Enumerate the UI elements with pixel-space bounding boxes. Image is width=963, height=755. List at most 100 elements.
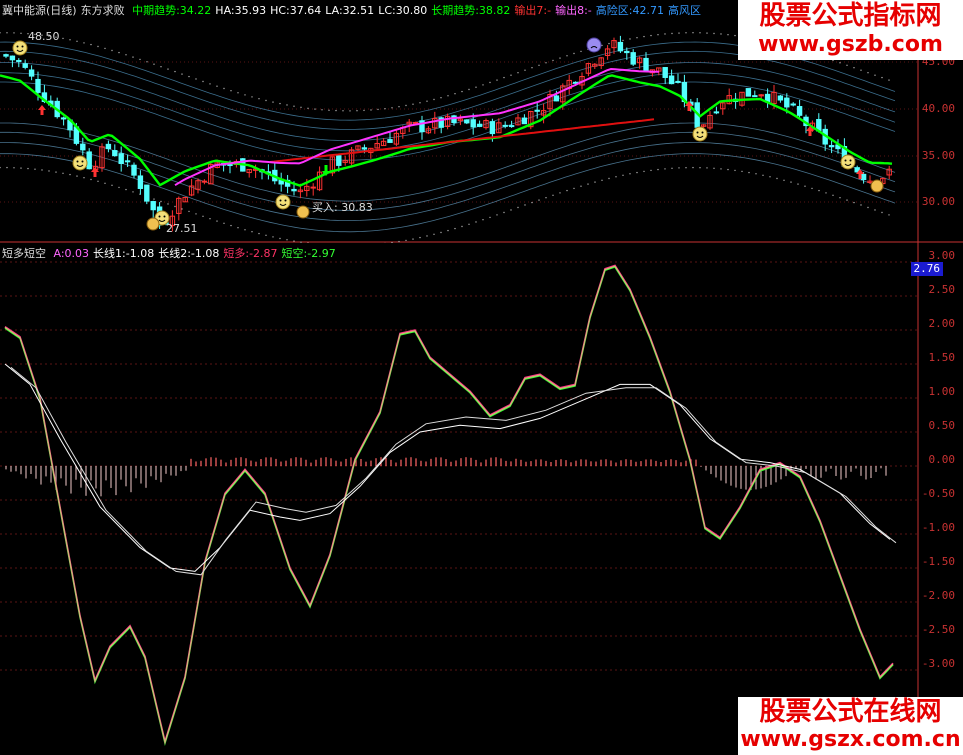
- price-chart-header: 冀中能源(日线) 东方求败 中期趋势:34.22 HA:35.93 HC:37.64 L…: [2, 2, 705, 18]
- channel-dot: [335, 109, 337, 112]
- osc-y-tick: 0.00: [928, 453, 956, 466]
- channel-dot: [356, 110, 358, 112]
- channel-dot: [97, 180, 99, 182]
- channel-dot: [888, 79, 890, 81]
- channel-dot: [510, 74, 512, 76]
- channel-dot: [510, 209, 512, 211]
- price-candle: [22, 63, 28, 68]
- watermark-top-title: 股票公式指标网: [759, 1, 942, 31]
- channel-dot: [524, 69, 526, 71]
- channel-dot: [398, 106, 400, 108]
- channel-dot: [202, 215, 204, 217]
- channel-dot: [692, 166, 694, 169]
- channel-dot: [671, 167, 673, 169]
- channel-dot: [741, 170, 743, 173]
- price-candle: [796, 106, 803, 116]
- channel-dot: [132, 56, 134, 58]
- channel-dot: [468, 88, 470, 91]
- price-candle: [521, 117, 528, 125]
- channel-dot: [27, 167, 29, 170]
- channel-dot: [167, 68, 169, 70]
- channel-dot: [482, 219, 484, 221]
- channel-dot: [531, 201, 533, 204]
- channel-dot: [475, 221, 477, 223]
- channel-dot: [650, 169, 652, 172]
- channel-dot: [727, 168, 729, 171]
- channel-dot: [776, 177, 778, 180]
- channel-dot: [594, 181, 596, 183]
- channel-dot: [69, 39, 71, 41]
- channel-dot: [671, 32, 673, 35]
- oscillator-canvas[interactable]: [0, 243, 963, 755]
- channel-dot: [867, 206, 869, 209]
- channel-dot: [769, 176, 771, 178]
- channel-dot: [111, 184, 113, 186]
- channel-dot: [783, 179, 785, 181]
- channel-dot: [146, 61, 148, 63]
- channel-dot: [601, 179, 603, 181]
- channel-dot: [188, 210, 190, 213]
- channel-dot: [195, 78, 197, 80]
- channel-dot: [6, 166, 8, 169]
- price-header-item-2: HC:37.64: [270, 4, 322, 17]
- price-header-item-1: HA:35.93: [215, 4, 267, 17]
- channel-dot: [454, 93, 456, 95]
- channel-dot: [412, 238, 414, 240]
- price-chart-panel[interactable]: 冀中能源(日线) 东方求败 中期趋势:34.22 HA:35.93 HC:37.64 L…: [0, 0, 963, 243]
- channel-dot: [888, 214, 890, 216]
- channel-dot: [377, 108, 379, 111]
- price-candle: [752, 95, 758, 98]
- osc-header-item-1: 长线1:-1.08: [93, 247, 155, 260]
- channel-dot: [853, 67, 855, 69]
- channel-dot: [860, 204, 862, 206]
- channel-dot: [608, 42, 610, 45]
- channel-dot: [244, 229, 246, 231]
- price-candle: [508, 125, 515, 128]
- channel-dot: [559, 57, 561, 59]
- channel-dot: [125, 54, 127, 56]
- channel-dot: [174, 70, 176, 73]
- channel-dot: [328, 109, 330, 112]
- channel-dot: [370, 109, 372, 111]
- price-candle: [124, 160, 131, 163]
- channel-dot: [419, 102, 421, 104]
- osc-y-tick: -0.50: [921, 487, 955, 500]
- money-bag-icon: [296, 205, 310, 219]
- channel-dot: [517, 72, 519, 74]
- channel-dot: [804, 185, 806, 187]
- channel-dot: [209, 218, 211, 220]
- channel-dot: [237, 92, 239, 94]
- channel-dot: [874, 74, 876, 76]
- channel-dot: [363, 109, 365, 112]
- price-candle: [105, 143, 112, 150]
- channel-dot: [20, 32, 22, 34]
- channel-dot: [517, 206, 519, 209]
- channel-dot: [69, 173, 71, 176]
- channel-dot: [601, 44, 603, 47]
- channel-dot: [482, 84, 484, 86]
- channel-dot: [433, 233, 435, 235]
- channel-dot: [853, 201, 855, 204]
- channel-dot: [643, 35, 645, 38]
- price-candle: [553, 95, 560, 102]
- price-candle: [118, 153, 124, 165]
- channel-dot: [83, 177, 85, 179]
- channel-dot: [727, 34, 729, 36]
- channel-dot: [188, 75, 190, 78]
- channel-dot: [538, 64, 540, 67]
- osc-y-tick: 0.50: [928, 419, 956, 432]
- channel-dot: [160, 200, 162, 203]
- short-empty-line: [4, 265, 894, 746]
- oscillator-panel[interactable]: 短多短空 A:0.03 长线1:-1.08 长线2:-1.08 短多:-2.87 短空:…: [0, 243, 963, 755]
- channel-dot: [279, 237, 281, 240]
- channel-dot: [195, 213, 197, 215]
- channel-dot: [650, 34, 652, 37]
- channel-dot: [811, 187, 813, 190]
- channel-dot: [132, 191, 134, 193]
- channel-dot: [699, 167, 701, 169]
- channel-dot: [867, 72, 869, 74]
- channel-dot: [860, 69, 862, 71]
- channel-dot: [419, 236, 421, 239]
- channel-dot: [153, 198, 155, 200]
- channel-dot: [48, 170, 50, 172]
